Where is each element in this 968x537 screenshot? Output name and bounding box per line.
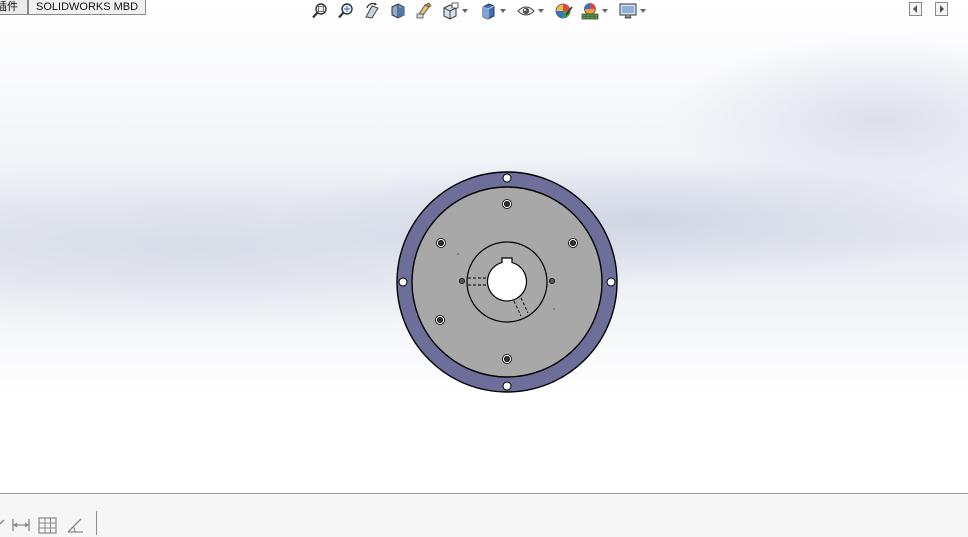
graphics-viewport[interactable]: 插件 SOLIDWORKS MBD [0, 0, 968, 493]
ring-hole-left [398, 277, 408, 287]
view-settings-button[interactable] [617, 1, 639, 21]
tab-addins[interactable]: 插件 [0, 0, 28, 15]
dynamic-annotation-button[interactable] [413, 1, 435, 21]
apply-scene-icon [581, 3, 599, 20]
view-orientation-icon [443, 2, 459, 20]
view-orientation-dropdown[interactable] [461, 1, 469, 21]
arrow-right-icon [940, 5, 944, 13]
viewport-right-control[interactable] [935, 2, 948, 16]
flange-part-model[interactable] [396, 171, 618, 393]
arrow-left-icon [913, 5, 917, 13]
partial-tool-icon [0, 519, 5, 525]
ring-hole-right [606, 277, 616, 287]
bottom-tool-bar [0, 493, 968, 537]
apply-scene-button[interactable] [579, 1, 601, 21]
view-orientation-button[interactable] [439, 1, 461, 21]
edit-appearance-icon [555, 3, 573, 19]
zoom-to-area-button[interactable] [335, 1, 357, 21]
hub-hole-right [549, 278, 555, 284]
zoom-to-fit-button[interactable] [309, 1, 331, 21]
display-style-button[interactable] [477, 1, 499, 21]
angle-icon [67, 518, 83, 533]
toolbar-separator [96, 511, 97, 535]
display-style-icon [482, 3, 495, 20]
hub-hole-left [459, 278, 465, 284]
previous-view-icon [365, 2, 379, 19]
display-style-dropdown[interactable] [499, 1, 507, 21]
apply-scene-dropdown[interactable] [601, 1, 609, 21]
viewport-left-control[interactable] [909, 2, 922, 16]
collapse-left-button[interactable] [909, 2, 922, 16]
collapse-right-button[interactable] [935, 2, 948, 16]
tab-solidworks-mbd[interactable]: SOLIDWORKS MBD [28, 0, 147, 15]
hide-show-items-icon [517, 6, 535, 16]
angle-dimension-button[interactable] [66, 516, 86, 534]
edit-appearance-button[interactable] [553, 1, 575, 21]
hide-show-items-dropdown[interactable] [537, 1, 545, 21]
table-button[interactable] [38, 516, 58, 534]
partial-tool-button[interactable] [0, 516, 6, 534]
view-settings-dropdown[interactable] [639, 1, 647, 21]
section-view-icon [391, 3, 405, 19]
section-view-button[interactable] [387, 1, 409, 21]
chevron-down-icon [640, 9, 646, 13]
chevron-down-icon [538, 9, 544, 13]
previous-view-button[interactable] [361, 1, 383, 21]
chevron-down-icon [462, 9, 468, 13]
chevron-down-icon [602, 9, 608, 13]
hide-show-items-button[interactable] [515, 1, 537, 21]
zoom-to-area-icon [338, 3, 353, 19]
smart-dimension-button[interactable] [11, 516, 31, 534]
view-settings-icon [619, 3, 637, 19]
dynamic-annotation-icon [416, 2, 432, 19]
dimension-icon [12, 519, 30, 531]
chevron-down-icon [500, 9, 506, 13]
ring-hole-bottom [502, 381, 512, 391]
heads-up-view-toolbar [309, 0, 655, 22]
command-manager-tabs: 插件 SOLIDWORKS MBD [0, 0, 147, 16]
zoom-to-fit-icon [312, 3, 327, 19]
table-icon [38, 517, 57, 534]
ring-hole-top [502, 173, 512, 183]
